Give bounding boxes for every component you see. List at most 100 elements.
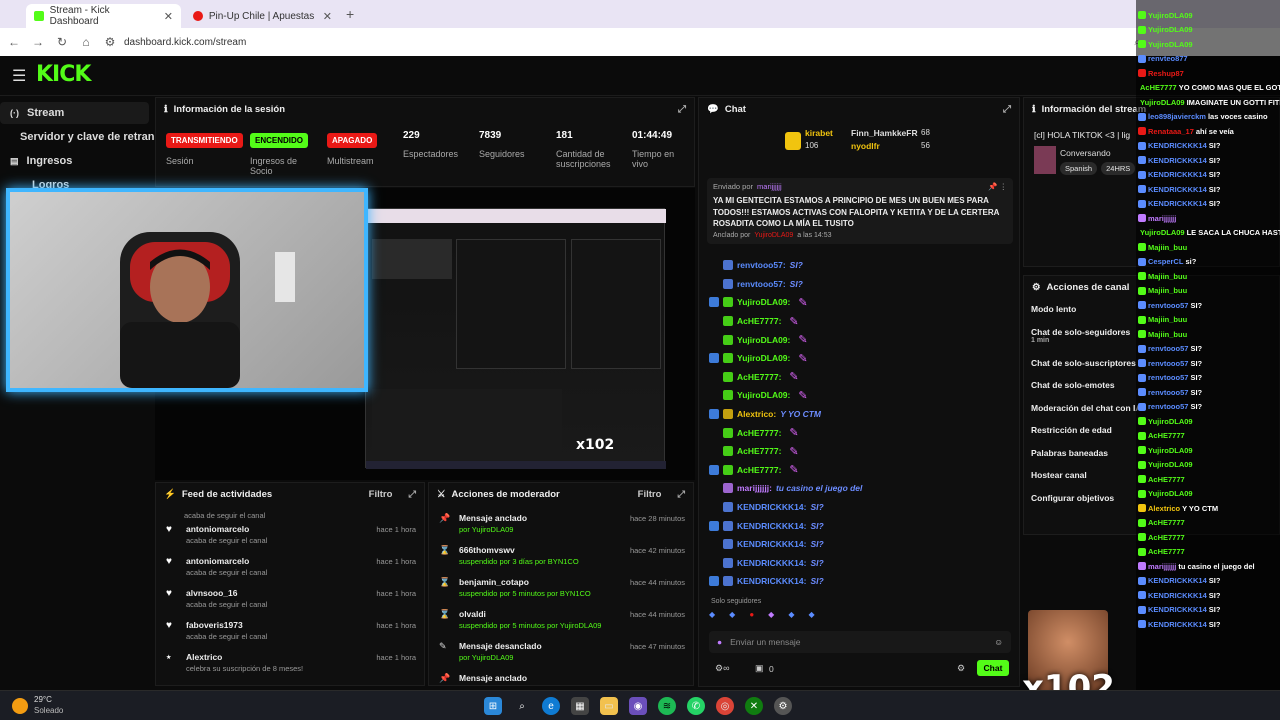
sidebar-item-stream[interactable]: (·) Stream [0, 102, 149, 124]
chat-text: tu casino el juego del [775, 483, 863, 494]
mod-entry: 666thomvswv suspendido por 3 días por BYN… [459, 545, 579, 566]
expand-icon[interactable]: ⤢ [678, 104, 686, 115]
list-item[interactable]: ♥ antoniomarcelo acaba de seguir el canal h… [156, 552, 424, 584]
spotify-icon[interactable]: ≋ [658, 697, 676, 715]
chat-message[interactable]: renvtooo57: SI? [709, 256, 1009, 275]
forward-icon[interactable]: → [26, 35, 50, 49]
chat-username[interactable]: YujiroDLA09: [737, 390, 790, 400]
kick-logo[interactable]: KICK [36, 62, 91, 87]
chat-username[interactable]: YujiroDLA09: [737, 353, 790, 363]
chat-username[interactable]: KENDRICKKK14: [737, 576, 806, 586]
chat-message[interactable]: AcHE7777: ✎ [709, 423, 1009, 442]
sidebar-item-server-key[interactable]: Servidor y clave de retransmisión [0, 126, 196, 148]
chat-username[interactable]: KENDRICKKK14: [737, 558, 806, 568]
table-row[interactable]: ⌛ benjamin_cotapo suspendido por 5 minutos… [429, 573, 693, 605]
chrome-icon[interactable]: ◎ [716, 697, 734, 715]
chat-username[interactable]: Alextrico: [737, 409, 776, 419]
expand-icon[interactable]: ⤢ [1003, 104, 1011, 115]
emote-icon[interactable]: ◆ [788, 610, 794, 624]
close-tab-icon[interactable]: ✕ [323, 10, 332, 23]
chat-message[interactable]: YujiroDLA09: ✎ [709, 349, 1009, 368]
list-item[interactable]: ♥ antoniomarcelo acaba de seguir el canal h… [156, 520, 424, 552]
chat-message[interactable]: Alextrico: Y YO CTM [709, 405, 1009, 424]
close-tab-icon[interactable]: ✕ [164, 10, 173, 23]
pin-icon[interactable]: 📌 ⋮ [988, 182, 1007, 191]
chat-message[interactable]: YujiroDLA09: ✎ [709, 330, 1009, 349]
chat-username[interactable]: marijjjjjj: [737, 483, 772, 493]
settings-icon[interactable]: ⚙ [957, 663, 965, 674]
list-item[interactable]: ⭑ Alextrico celebra su suscripción de 8 me… [156, 648, 424, 680]
chat-username[interactable]: KENDRICKKK14: [737, 539, 806, 549]
chat-message[interactable]: KENDRICKKK14: SI? [709, 572, 1009, 591]
tab-kick-dashboard[interactable]: Stream - Kick Dashboard ✕ [26, 4, 181, 28]
expand-icon[interactable]: ⤢ [677, 489, 685, 500]
edge-icon[interactable]: e [542, 697, 560, 715]
chat-username[interactable]: renvtooo57: [737, 260, 786, 270]
new-tab-icon[interactable]: + [346, 6, 354, 22]
points-icon[interactable]: ⚙∞ [715, 663, 729, 674]
chat-message[interactable]: KENDRICKKK14: SI? [709, 516, 1009, 535]
table-row[interactable]: 📌 Mensaje anclado por YujiroDLA09 hace 28 m… [429, 509, 693, 541]
chat-message[interactable]: KENDRICKKK14: SI? [709, 535, 1009, 554]
xbox-icon[interactable]: ✕ [745, 697, 763, 715]
chat-username[interactable]: AcHE7777: [737, 316, 781, 326]
tab-pinup[interactable]: Pin-Up Chile | Apuestas y Casino ✕ [185, 4, 340, 28]
sidebar-item-income[interactable]: ▤ Ingresos [0, 150, 155, 172]
list-item[interactable]: ♥ faboveris1973 acaba de seguir el canal ha… [156, 616, 424, 648]
site-info-icon[interactable]: ⚙ [98, 35, 122, 49]
filter-button[interactable]: Filtro [369, 489, 393, 500]
chat-input[interactable]: ● Enviar un mensaje ☺ [709, 631, 1011, 653]
list-item[interactable]: ♥ alvnsooo_16 acaba de seguir el canal hace… [156, 584, 424, 616]
table-row[interactable]: ✎ Mensaje desanclado por YujiroDLA09 hace 4… [429, 637, 693, 669]
chat-username[interactable]: AcHE7777: [737, 372, 781, 382]
table-row[interactable]: ⌛ 666thomvswv suspendido por 3 días por BY… [429, 541, 693, 573]
settings-app-icon[interactable]: ⚙ [774, 697, 792, 715]
store-icon[interactable]: ▦ [571, 697, 589, 715]
chat-message[interactable]: AcHE7777: ✎ [709, 312, 1009, 331]
windows-start-icon[interactable]: ⊞ [484, 697, 502, 715]
chat-message[interactable]: KENDRICKKK14: SI? [709, 554, 1009, 573]
search-icon[interactable]: ⌕ [513, 697, 531, 715]
chat-username[interactable]: YujiroDLA09: [737, 297, 790, 307]
kick-topbar: ☰ KICK [0, 56, 1280, 96]
expand-icon[interactable]: ⤢ [408, 489, 416, 500]
chat-message[interactable]: AcHE7777: ✎ [709, 461, 1009, 480]
chat-message[interactable]: marijjjjjj: tu casino el juego del [709, 479, 1009, 498]
filter-button[interactable]: Filtro [638, 489, 662, 500]
back-icon[interactable]: ← [2, 35, 26, 49]
gift-icon[interactable]: ▣ [755, 663, 764, 674]
chat-message[interactable]: YujiroDLA09: ✎ [709, 293, 1009, 312]
chat-message[interactable]: YujiroDLA09: ✎ [709, 386, 1009, 405]
emote-icon[interactable]: ◆ [768, 610, 774, 624]
obs-icon[interactable]: ◉ [629, 697, 647, 715]
chat-username[interactable]: YujiroDLA09: [737, 335, 790, 345]
chat-username[interactable]: AcHE7777: [737, 428, 781, 438]
emote-icon[interactable]: ◆ [808, 610, 814, 624]
menu-icon[interactable]: ☰ [12, 66, 26, 86]
chat-username[interactable]: AcHE7777: [737, 465, 781, 475]
chat-message[interactable]: AcHE7777: ✎ [709, 368, 1009, 387]
send-chat-button[interactable]: Chat [977, 660, 1009, 676]
table-row[interactable]: 📌 Mensaje anclado [429, 669, 693, 685]
emoji-icon[interactable]: ☺ [994, 637, 1003, 647]
mod-entry: Mensaje anclado por YujiroDLA09 [459, 513, 527, 534]
home-icon[interactable]: ⌂ [74, 35, 98, 49]
chat-username[interactable]: renvtooo57: [737, 279, 786, 289]
emote-icon[interactable]: ● [749, 610, 754, 624]
emote-icon[interactable]: ◆ [709, 610, 715, 624]
chat-username[interactable]: AcHE7777: [737, 446, 781, 456]
chat-message[interactable]: KENDRICKKK14: SI? [709, 498, 1009, 517]
whatsapp-icon[interactable]: ✆ [687, 697, 705, 715]
chat-username[interactable]: KENDRICKKK14: [737, 521, 806, 531]
mic-icon[interactable]: ● [717, 637, 722, 647]
reload-icon[interactable]: ↻ [50, 35, 74, 49]
file-explorer-icon[interactable]: ▭ [600, 697, 618, 715]
url-field[interactable]: dashboard.kick.com/stream [124, 37, 246, 48]
chat-message[interactable]: renvtooo57: SI? [709, 275, 1009, 294]
chat-message[interactable]: AcHE7777: ✎ [709, 442, 1009, 461]
panel-header: ⚡ Feed de actividades Filtro ⤢ [156, 483, 424, 505]
stream-title[interactable]: [cl] HOLA TIKTOK <3 | lig [1034, 130, 1130, 140]
emote-icon[interactable]: ◆ [729, 610, 735, 624]
chat-username[interactable]: KENDRICKKK14: [737, 502, 806, 512]
table-row[interactable]: ⌛ olvaldi suspendido por 5 minutos por Yuj… [429, 605, 693, 637]
